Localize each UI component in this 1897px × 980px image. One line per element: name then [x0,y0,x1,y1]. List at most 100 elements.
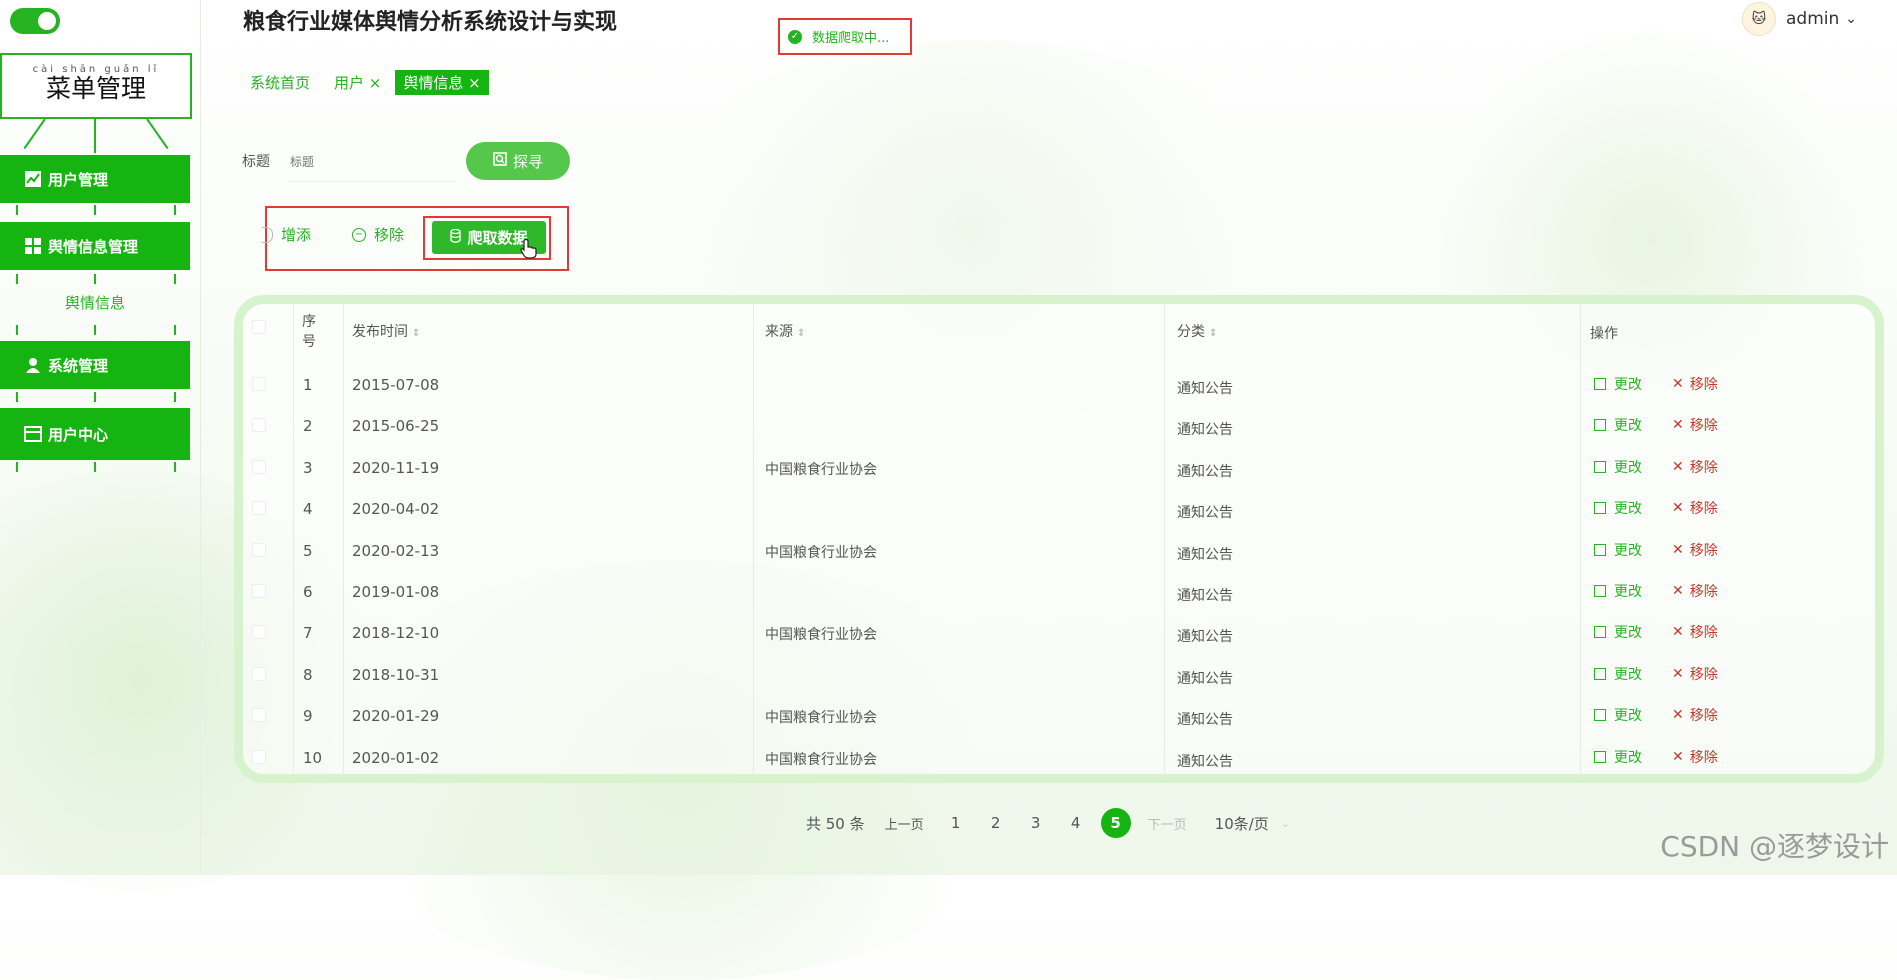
edit-label: 更改 [1614,459,1642,476]
row-checkbox[interactable] [252,749,266,764]
sort-icon[interactable]: ⇕ [1209,328,1217,339]
add-button[interactable]: 增添 [262,224,311,245]
row-checkbox[interactable] [252,708,266,723]
remove-button[interactable]: − 移除 [352,224,404,245]
row-source: 中国粮食行业协会 [765,751,877,768]
next-page-button[interactable]: 下一页 [1148,814,1187,833]
table-row: 7 2018-12-10 中国粮食行业协会 通知公告 更改 ✕ 移除 [0,612,1897,653]
row-date: 2015-06-25 [352,417,440,436]
edit-button[interactable]: 更改 [1594,374,1642,394]
edit-button[interactable]: 更改 [1594,498,1642,518]
row-category: 通知公告 [1177,546,1233,563]
search-button[interactable]: 探寻 [466,142,570,180]
search-button-label: 探寻 [512,152,543,171]
delete-button[interactable]: ✕ 移除 [1672,622,1718,642]
row-checkbox[interactable] [252,501,266,516]
tab-home[interactable]: 系统首页 [250,72,310,93]
page-button-4[interactable]: 4 [1056,814,1096,832]
row-checkbox[interactable] [252,584,266,598]
delete-button[interactable]: ✕ 移除 [1672,747,1718,767]
edit-button[interactable]: 更改 [1594,705,1642,725]
edit-icon [1594,585,1606,597]
sidebar-item-opinion-management[interactable]: 舆情信息管理 [0,222,190,270]
edit-button[interactable]: 更改 [1594,581,1642,601]
select-all-checkbox[interactable] [252,320,266,334]
edit-button[interactable]: 更改 [1594,664,1642,684]
close-icon: ✕ [1672,748,1684,765]
delete-button[interactable]: ✕ 移除 [1672,498,1718,518]
avatar: 🐱 [1741,2,1776,36]
delete-button[interactable]: ✕ 移除 [1672,581,1718,601]
delete-button[interactable]: ✕ 移除 [1672,705,1718,725]
page-button-2[interactable]: 2 [976,814,1016,832]
close-icon: ✕ [1672,458,1684,475]
edit-icon [1594,460,1606,473]
column-header-date[interactable]: 发布时间 ⇕ [352,321,420,341]
header-date-label: 发布时间 [352,324,408,340]
column-header-source[interactable]: 来源 ⇕ [765,321,805,341]
row-index: 1 [303,376,313,394]
page-button-current[interactable]: 5 [1100,808,1131,838]
edit-label: 更改 [1614,501,1642,518]
delete-label: 移除 [1689,584,1718,600]
tab-user[interactable]: 用户 × [334,72,381,93]
row-checkbox[interactable] [252,542,266,557]
column-header-category[interactable]: 分类 ⇕ [1177,321,1217,341]
user-menu[interactable]: 🐱 admin ⌄ [1741,2,1857,36]
row-checkbox[interactable] [252,377,266,391]
page-button-3[interactable]: 3 [1016,814,1056,832]
edit-button[interactable]: 更改 [1594,747,1642,767]
table-row: 2 2015-06-25 通知公告 更改 ✕ 移除 [0,405,1897,446]
row-checkbox[interactable] [252,666,266,681]
title-search-input[interactable] [288,143,457,182]
table-row: 8 2018-10-31 通知公告 更改 ✕ 移除 [0,654,1897,695]
search-icon [493,152,507,170]
edit-label: 更改 [1614,542,1642,559]
table-row: 1 2015-07-08 通知公告 更改 ✕ 移除 [0,364,1897,405]
connector [23,118,46,150]
row-checkbox[interactable] [252,625,266,640]
user-name: admin [1785,9,1840,29]
delete-button[interactable]: ✕ 移除 [1672,374,1718,394]
sidebar-subitem-opinion-info[interactable]: 舆情信息 [0,292,190,313]
edit-label: 更改 [1614,584,1642,600]
delete-button[interactable]: ✕ 移除 [1672,415,1718,435]
page-button-1[interactable]: 1 [936,814,976,832]
sidebar-toggle-switch[interactable] [10,8,60,34]
edit-button[interactable]: 更改 [1594,622,1642,642]
row-index: 10 [303,748,323,767]
table-row: 9 2020-01-29 中国粮食行业协会 通知公告 更改 ✕ 移除 [0,695,1897,736]
menu-title-box: cài shān guǎn lǐ 菜单管理 [0,53,192,119]
sort-icon[interactable]: ⇕ [412,328,420,339]
edit-icon [1594,543,1606,556]
prev-page-button[interactable]: 上一页 [885,814,924,833]
edit-button[interactable]: 更改 [1594,415,1642,435]
pagination: 共 50 条 上一页 1 2 3 4 5 下一页 10条/页 ⌄ [806,808,1290,838]
total-count: 共 50 条 [806,814,865,833]
close-icon: ✕ [1672,665,1684,682]
row-source: 中国粮食行业协会 [765,544,877,561]
row-date: 2019-01-08 [352,583,440,601]
sidebar-item-user-management[interactable]: 用户管理 [0,155,190,203]
delete-button[interactable]: ✕ 移除 [1672,664,1718,684]
sort-icon[interactable]: ⇕ [797,328,805,339]
row-category: 通知公告 [1177,505,1233,522]
edit-button[interactable]: 更改 [1594,457,1642,477]
crawl-data-label: 爬取数据 [467,229,528,247]
column-header-index: 序 号 [302,312,316,352]
tab-bar: 系统首页 用户 × 舆情信息 × [250,70,513,95]
edit-icon [1594,750,1606,763]
page-size-select[interactable]: 10条/页 [1215,813,1269,834]
edit-icon [1594,419,1606,432]
divider-ticks [0,205,190,215]
delete-button[interactable]: ✕ 移除 [1672,540,1718,560]
hand-cursor-icon [520,238,537,259]
row-checkbox[interactable] [252,459,266,474]
header-category-label: 分类 [1177,324,1205,340]
row-source: 中国粮食行业协会 [765,461,877,478]
row-checkbox[interactable] [252,418,266,433]
delete-button[interactable]: ✕ 移除 [1672,457,1718,477]
tab-opinion-info[interactable]: 舆情信息 × [395,70,489,95]
edit-button[interactable]: 更改 [1594,540,1642,560]
sidebar-item-label: 舆情信息管理 [48,237,139,256]
